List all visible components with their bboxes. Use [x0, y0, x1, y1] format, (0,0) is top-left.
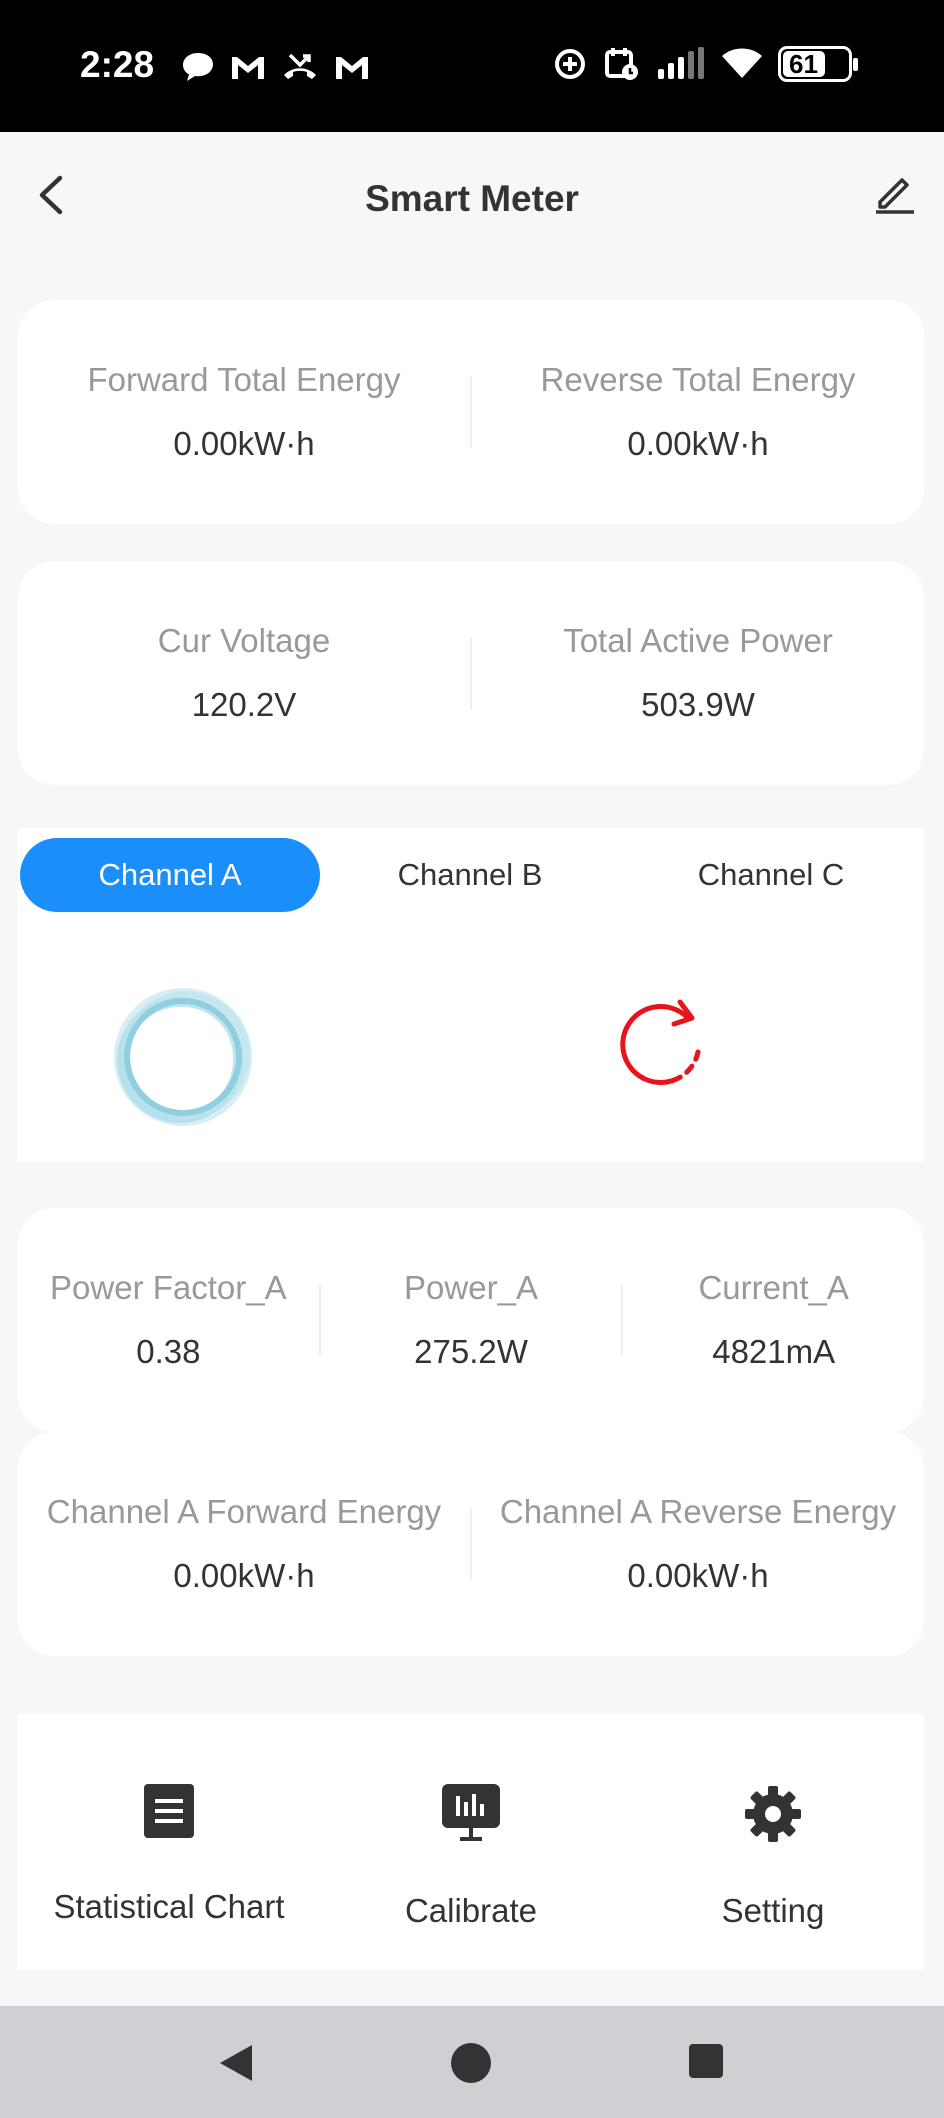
current-voltage: Cur Voltage 120.2V — [18, 622, 470, 724]
channel-forward-label: Channel A Forward Energy — [46, 1493, 442, 1530]
battery-icon: 61 — [778, 46, 858, 82]
channel-a-forward-energy: Channel A Forward Energy 0.00kW·h — [18, 1493, 470, 1595]
notification-icons — [180, 50, 370, 84]
refresh-icon[interactable] — [618, 988, 718, 1088]
statistical-chart-button[interactable]: Statistical Chart — [18, 1714, 320, 1970]
total-active-power: Total Active Power 503.9W — [472, 622, 924, 724]
reverse-total-value: 0.00kW·h — [627, 425, 769, 462]
wifi-icon — [722, 48, 762, 78]
chat-bubble-icon — [183, 53, 213, 81]
tab-channel-a[interactable]: Channel A — [20, 838, 320, 912]
channel-energy-card: Channel A Forward Energy 0.00kW·h Channe… — [18, 1432, 924, 1656]
app-header: Smart Meter — [0, 132, 944, 262]
calibrate-button[interactable]: Calibrate — [320, 1714, 622, 1970]
power-a-value: 275.2W — [414, 1333, 528, 1370]
data-saver-icon — [555, 49, 585, 79]
pf-value: 0.38 — [136, 1333, 201, 1370]
current-a: Current_A 4821mA — [623, 1269, 924, 1371]
gmail-icon — [336, 57, 368, 79]
gmail-icon — [232, 57, 264, 79]
current-a-value: 4821mA — [712, 1333, 836, 1370]
channel-reverse-label: Channel A Reverse Energy — [499, 1493, 897, 1530]
total-power-label: Total Active Power — [563, 622, 833, 659]
edit-pencil-icon[interactable] — [872, 170, 918, 216]
calibrate-monitor-icon — [442, 1784, 500, 1841]
calendar-alarm-icon — [605, 48, 638, 80]
tab-channel-c[interactable]: Channel C — [620, 838, 922, 912]
forward-total-value: 0.00kW·h — [173, 425, 315, 462]
status-time: 2:28 — [80, 44, 155, 85]
setting-label: Setting — [721, 1892, 825, 1929]
battery-level: 61 — [789, 48, 818, 79]
channel-metrics-card: Power Factor_A 0.38 Power_A 275.2W Curre… — [18, 1208, 924, 1432]
power-a-label: Power_A — [404, 1269, 538, 1306]
loading-ring-icon — [114, 988, 252, 1126]
system-nav-bar — [0, 2006, 944, 2118]
setting-button[interactable]: Setting — [622, 1714, 924, 1970]
calibrate-label: Calibrate — [404, 1892, 538, 1929]
nav-recents-icon[interactable] — [688, 2042, 724, 2080]
current-a-label: Current_A — [698, 1269, 849, 1306]
system-icons: 61 — [552, 46, 858, 82]
voltage-label: Cur Voltage — [157, 622, 331, 659]
document-chart-icon — [144, 1784, 194, 1838]
power-a: Power_A 275.2W — [321, 1269, 622, 1371]
page-title: Smart Meter — [365, 178, 579, 219]
total-power-value: 503.9W — [641, 686, 755, 723]
energy-totals-card: Forward Total Energy 0.00kW·h Reverse To… — [18, 300, 924, 524]
tab-channel-b[interactable]: Channel B — [320, 838, 620, 912]
bottom-actions: Statistical Chart Calibrate Setting — [18, 1714, 924, 1970]
channel-tabs: Channel A Channel B Channel C — [18, 838, 924, 912]
gear-icon — [745, 1786, 801, 1842]
channel-reverse-value: 0.00kW·h — [627, 1557, 769, 1594]
live-readings-card: Cur Voltage 120.2V Total Active Power 50… — [18, 561, 924, 785]
nav-home-icon[interactable] — [450, 2042, 492, 2084]
forward-total-label: Forward Total Energy — [87, 361, 401, 398]
nav-back-icon[interactable] — [216, 2042, 256, 2084]
reverse-total-label: Reverse Total Energy — [540, 361, 856, 398]
status-bar: 2:28 61 — [0, 0, 944, 132]
channel-a-reverse-energy: Channel A Reverse Energy 0.00kW·h — [472, 1493, 924, 1595]
channel-forward-value: 0.00kW·h — [173, 1557, 315, 1594]
voltage-value: 120.2V — [191, 686, 297, 723]
signal-icon — [658, 47, 704, 79]
pf-label: Power Factor_A — [50, 1269, 287, 1306]
power-factor-a: Power Factor_A 0.38 — [18, 1269, 319, 1371]
missed-call-icon — [284, 53, 316, 79]
statistical-chart-label: Statistical Chart — [53, 1888, 285, 1925]
reverse-total-energy: Reverse Total Energy 0.00kW·h — [472, 361, 924, 463]
forward-total-energy: Forward Total Energy 0.00kW·h — [18, 361, 470, 463]
channel-section: Channel A Channel B Channel C — [18, 828, 924, 1162]
